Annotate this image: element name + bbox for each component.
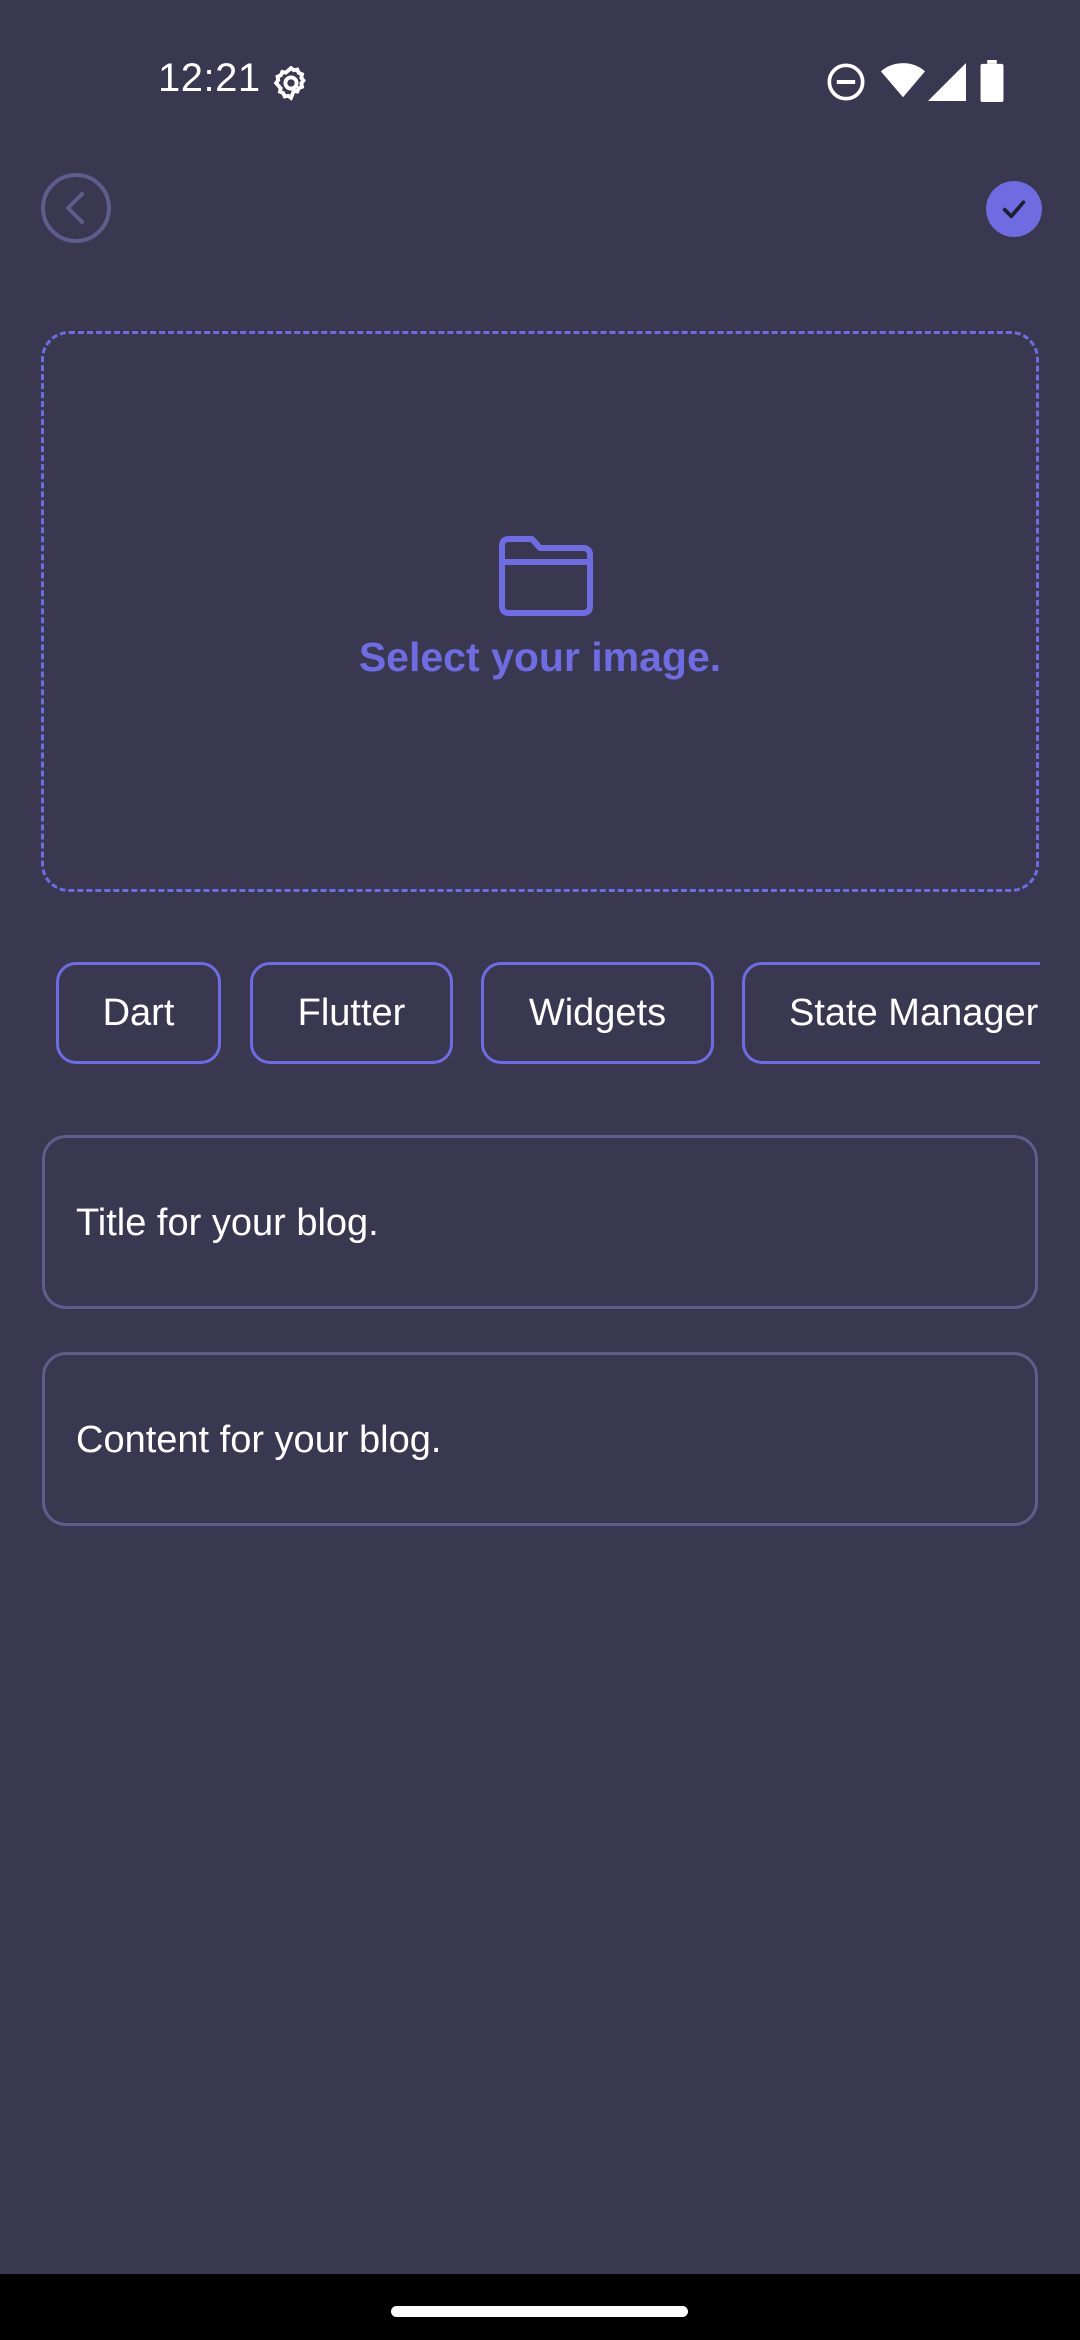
tag-chip-widgets[interactable]: Widgets [481,962,714,1064]
title-placeholder: Title for your blog. [76,1202,379,1244]
tag-chip-row: Dart Flutter Widgets State Manager [54,962,1040,1066]
back-button[interactable] [40,172,112,244]
wifi-icon [880,63,926,98]
navigation-bar [0,2274,1080,2340]
image-picker[interactable]: Select your image. [41,331,1039,892]
content-field[interactable]: Content for your blog. [42,1352,1038,1526]
content-placeholder: Content for your blog. [76,1419,442,1461]
settings-gear-icon [273,65,306,101]
title-field[interactable]: Title for your blog. [42,1135,1038,1309]
chevron-left-circle-icon [41,173,111,243]
folder-icon [499,536,593,616]
status-bar: 12:21 [0,0,1080,165]
do-not-disturb-icon [827,63,865,101]
status-time: 12:21 [158,56,261,100]
confirm-button[interactable] [986,181,1042,237]
blog-editor-screen: 12:21 Select your image. Dart Flutter Wi… [0,0,1080,2340]
cell-signal-icon [928,63,966,101]
home-gesture-handle[interactable] [391,2306,688,2317]
image-picker-label: Select your image. [358,634,722,680]
battery-icon [980,60,1004,102]
tag-chip-dart[interactable]: Dart [56,962,221,1064]
tag-chip-state-manager[interactable]: State Manager [742,962,1040,1064]
tag-chip-flutter[interactable]: Flutter [250,962,453,1064]
check-icon [1002,200,1026,219]
